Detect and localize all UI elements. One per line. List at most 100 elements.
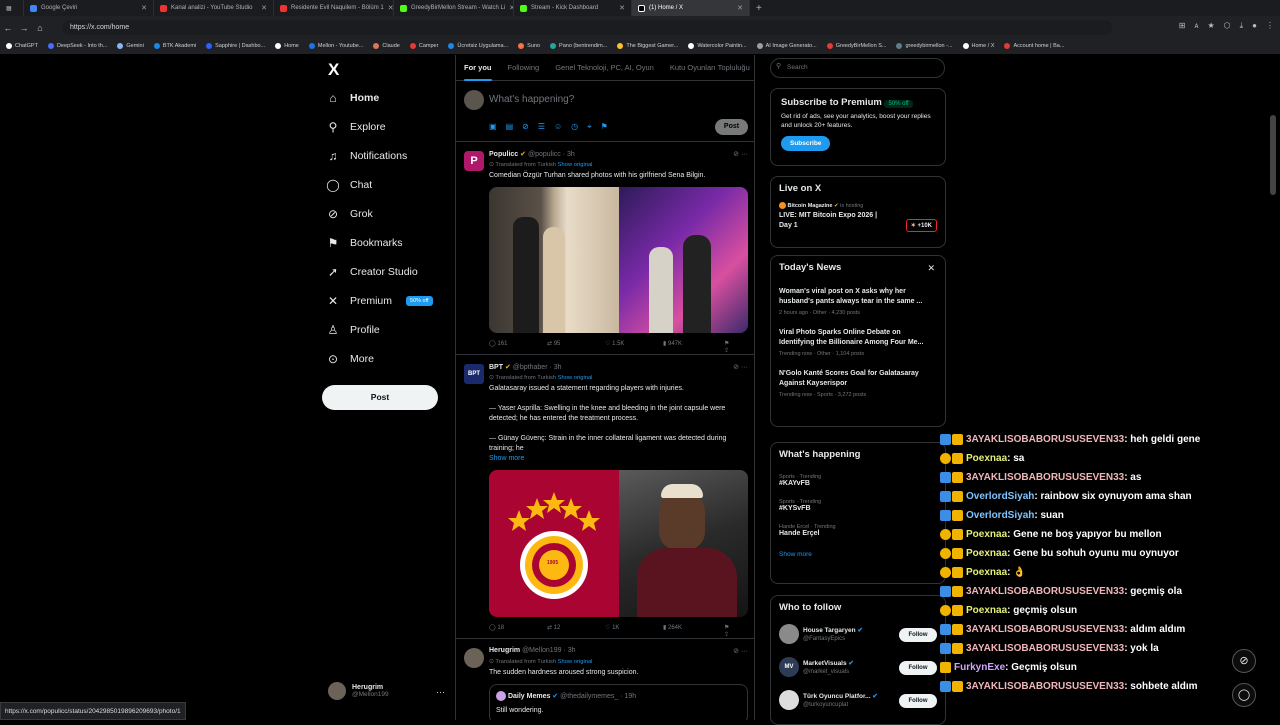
more-options-icon[interactable]: ··· [436,687,445,697]
translate-icon[interactable]: ᴀ [1194,21,1198,31]
schedule-icon[interactable]: ◷ [571,122,578,132]
tab-list[interactable]: Genel Teknoloji, PC, AI, Oyun [555,63,654,72]
bookmark[interactable]: ChatGPT [6,43,38,49]
news-item[interactable]: Viral Photo Sparks Online Debate on Iden… [779,328,937,357]
scrollbar[interactable] [1270,115,1276,195]
tweet-media[interactable]: 1905 [489,470,748,617]
grok-fab-icon[interactable]: ⊘ [1232,649,1256,673]
messages-fab-icon[interactable]: ◯ [1232,683,1256,707]
close-tab-icon[interactable]: ✕ [261,4,267,12]
compose-input[interactable]: What's happening? [489,94,574,105]
account-switcher[interactable]: Herugrim @Mellon199 [328,682,389,700]
bookmark-icon[interactable]: ⚑ [724,341,729,347]
nav-premium[interactable]: ✕ Premium 50% off [326,294,433,308]
tab-following[interactable]: Following [508,63,540,72]
more-options-icon[interactable]: ··· [741,648,748,655]
x-logo-icon[interactable]: X [328,60,339,80]
bookmark[interactable]: BTK Akademi [153,43,196,49]
grok-icon[interactable]: ⊘ [733,151,739,158]
news-item[interactable]: Woman's viral post on X asks why her hus… [779,287,937,316]
show-original-link[interactable]: Show original [558,375,593,381]
tab-community[interactable]: Kutu Oyunları Topluluğu [670,63,750,72]
poll-icon[interactable]: ☰ [538,122,545,132]
trend-item[interactable]: Hande Ercel · Trending Hande Erçel [779,524,937,537]
views-button[interactable]: ▮ 947K [663,340,721,347]
share-icon[interactable]: ⇪ [724,632,729,638]
like-button[interactable]: ♡ 1K [605,624,663,631]
bookmark-icon[interactable]: ⚑ [724,625,729,631]
bookmark[interactable]: The Biggest Gamer... [617,43,678,49]
tweet-media[interactable] [489,187,748,333]
show-more-link[interactable]: Show more [489,454,749,464]
show-original-link[interactable]: Show original [558,659,593,665]
grok-icon[interactable]: ⊘ [522,122,529,132]
browser-tab[interactable]: Stream - Kick Dashboard ✕ [514,0,632,16]
nav-creator-studio[interactable]: ➚ Creator Studio [326,265,418,279]
grok-icon[interactable]: ⊘ [733,648,739,655]
browser-tab[interactable]: GreedyBirMellon Stream - Watch Li✕ [394,0,514,16]
nav-more[interactable]: ⊙ More [326,352,374,366]
photo[interactable] [618,187,748,333]
more-options-icon[interactable]: ··· [741,364,748,371]
bookmark[interactable]: Watercolor Paintin... [688,43,747,49]
repost-button[interactable]: ⇄ 12 [547,624,605,631]
install-icon[interactable]: ⊞ [1179,21,1186,31]
post-button[interactable]: Post [322,385,438,410]
tab-overview-icon[interactable]: ▦ [0,0,24,16]
avatar[interactable]: P [464,151,484,171]
back-icon[interactable]: ← [0,23,16,33]
photo[interactable] [489,187,619,333]
live-event-title[interactable]: LIVE: MIT Bitcoin Expo 2026 | Day 1 [779,211,889,231]
quote-tweet[interactable]: Daily Memes ✔ @thedailymemes_ · 19h Stil… [489,684,748,720]
browser-tab-active[interactable]: (1) Home / X ✕ [632,0,750,16]
bookmark[interactable]: Suno [518,43,540,49]
nav-bookmarks[interactable]: ⚑ Bookmarks [326,236,403,250]
close-tab-icon[interactable]: ✕ [388,4,393,12]
nav-notifications[interactable]: ♫ Notifications [326,149,408,163]
gif-icon[interactable]: ▤ [506,122,514,132]
bookmark[interactable]: AI Image Generato... [756,43,817,49]
tab-for-you[interactable]: For you [464,63,492,81]
trend-item[interactable]: Sports · Trending #KAYvFB [779,474,937,487]
flag-icon[interactable]: ⚑ [601,122,608,132]
bookmark[interactable]: DeepSeek - Into th... [47,43,107,49]
tweet[interactable]: P Populicc ✔ @populicc · 3h ⊘ ··· ⊙ Tran… [456,143,754,355]
compose-post-button[interactable]: Post [715,119,748,135]
bookmark[interactable]: Gemini [117,43,144,49]
news-item[interactable]: N'Golo Kanté Scores Goal for Galatasaray… [779,369,937,398]
bookmark[interactable]: GreedyBirMellon S... [826,43,886,49]
close-tab-icon[interactable]: ✕ [737,4,743,12]
grok-icon[interactable]: ⊘ [733,364,739,371]
photo[interactable] [619,470,748,617]
search-input[interactable]: Search [770,58,945,78]
download-icon[interactable]: ⤓ [1240,21,1244,31]
galatasaray-emblem[interactable]: 1905 [489,470,619,617]
browser-tab[interactable]: Kanal analizi - YouTube Studio ✕ [154,0,274,16]
subscribe-button[interactable]: Subscribe [781,136,831,151]
bookmark[interactable]: Home / X [962,43,994,49]
author-name[interactable]: BPT [489,364,503,371]
bookmark[interactable]: Claude [373,43,400,49]
follow-button[interactable]: Follow [899,661,937,675]
live-host[interactable]: Bitcoin Magazine ✔ is hosting [779,202,937,209]
new-tab-icon[interactable]: + [750,0,770,16]
bookmark[interactable]: Ücretsiz Uygulama... [448,43,508,49]
extension-icon[interactable]: ⬡ [1224,21,1231,31]
trend-item[interactable]: Sports · Trending #KYSvFB [779,499,937,512]
tweet[interactable]: BPT BPT ✔ @bpthaber · 3h ⊘ ··· ⊙ Transla… [456,356,754,639]
show-more-link[interactable]: Show more [779,551,937,558]
author-handle[interactable]: @bpthaber · 3h [513,364,562,371]
home-icon[interactable]: ⌂ [32,23,48,33]
avatar[interactable] [464,648,484,668]
image-icon[interactable]: ▣ [489,122,497,132]
author-handle[interactable]: @Mellon199 · 3h [522,647,575,654]
reply-button[interactable]: ◯ 161 [489,340,547,347]
nav-chat[interactable]: ◯ Chat [326,178,372,192]
views-button[interactable]: ▮ 264K [663,624,721,631]
emoji-icon[interactable]: ☺ [554,122,562,132]
nav-home[interactable]: ⌂ Home [326,91,379,105]
bookmark[interactable]: Mellon - Youtube... [308,43,363,49]
bookmark[interactable]: Home [275,43,299,49]
star-icon[interactable]: ★ [1207,21,1214,31]
like-button[interactable]: ♡ 1.5K [605,340,663,347]
